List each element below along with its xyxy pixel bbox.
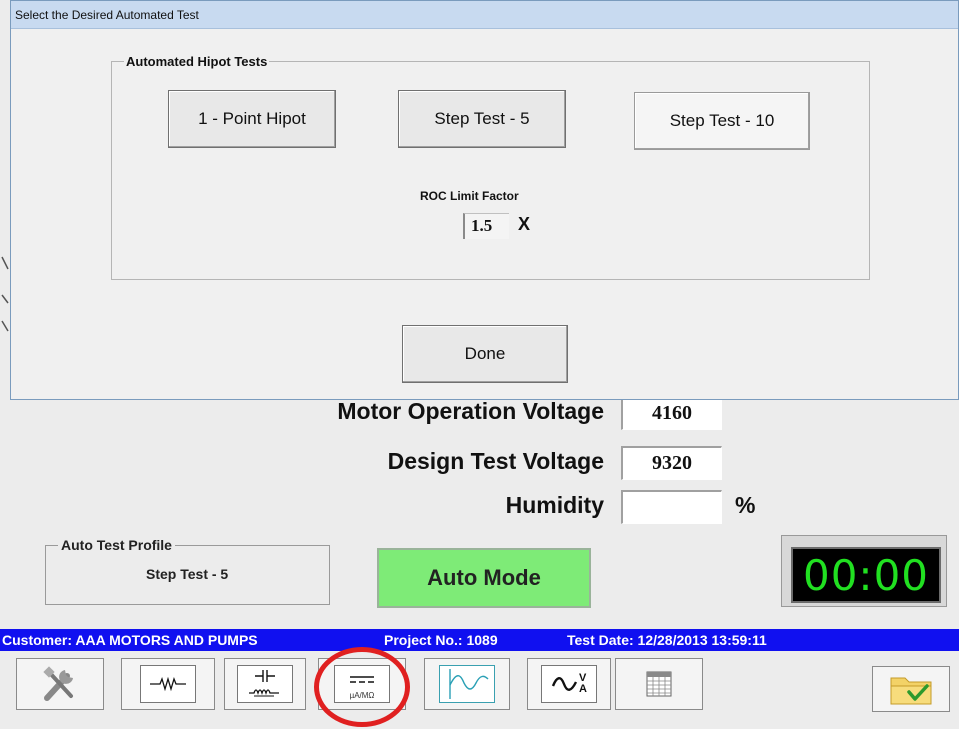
waveform-button[interactable] [424,658,510,710]
design-voltage-row: Design Test Voltage 9320 [0,443,959,483]
select-test-dialog: Select the Desired Automated Test Automa… [10,0,959,400]
tools-icon [43,666,73,701]
done-button[interactable]: Done [402,325,568,383]
resistor-frame [140,665,196,703]
project-text: Project No.: 1089 [384,632,498,648]
resistor-icon [150,676,186,692]
status-bar: Customer: AAA MOTORS AND PUMPS Project N… [0,629,959,651]
dialog-title: Select the Desired Automated Test [11,1,958,29]
capacitor-inductor-icon [249,670,279,697]
table-frame [639,667,679,701]
table-icon [646,671,672,697]
humidity-label: Humidity [505,492,604,518]
test-date-text: Test Date: 12/28/2013 13:59:11 [567,632,767,648]
profile-value: Step Test - 5 [146,566,229,582]
capacitance-inductance-button[interactable] [224,658,306,710]
roc-limit-label: ROC Limit Factor [420,189,519,203]
cap-ind-frame [237,665,293,703]
group-label: Automated Hipot Tests [124,54,270,69]
motor-voltage-label: Motor Operation Voltage [337,398,604,424]
auto-test-profile: Auto Test Profile Step Test - 5 [45,537,330,605]
ac-voltage-amp-icon [551,677,578,691]
amp-label: A [579,683,587,695]
humidity-field[interactable] [621,490,722,524]
ac-voltage-current-button[interactable]: V A [527,658,611,710]
roc-limit-input[interactable]: 1.5 [463,213,509,239]
customer-text: Customer: AAA MOTORS AND PUMPS [2,632,258,648]
ac-frame: V A [541,665,597,703]
auto-mode-indicator[interactable]: Auto Mode [377,548,591,608]
va-labels: V A [579,673,587,695]
highlight-circle [314,647,410,727]
design-voltage-field[interactable]: 9320 [621,446,722,480]
profile-label: Auto Test Profile [58,537,175,553]
automated-hipot-group: Automated Hipot Tests 1 - Point Hipot St… [111,54,870,280]
step-test-5-button[interactable]: Step Test - 5 [398,90,566,148]
folder-check-icon [890,677,932,705]
waveform-icon [449,669,489,699]
design-voltage-label: Design Test Voltage [387,448,604,474]
step-test-10-button[interactable]: Step Test - 10 [634,92,810,150]
humidity-unit: % [735,492,756,518]
roc-multiplier-label: X [518,214,531,234]
one-point-hipot-button[interactable]: 1 - Point Hipot [168,90,336,148]
humidity-row: Humidity % [0,487,959,527]
timer-display: 00:00 [791,547,941,603]
waveform-frame [439,665,495,703]
motor-voltage-field[interactable]: 4160 [621,396,722,430]
resistance-button[interactable] [121,658,215,710]
table-button[interactable] [615,658,703,710]
open-folder-button[interactable] [872,666,950,712]
tools-button[interactable] [16,658,104,710]
